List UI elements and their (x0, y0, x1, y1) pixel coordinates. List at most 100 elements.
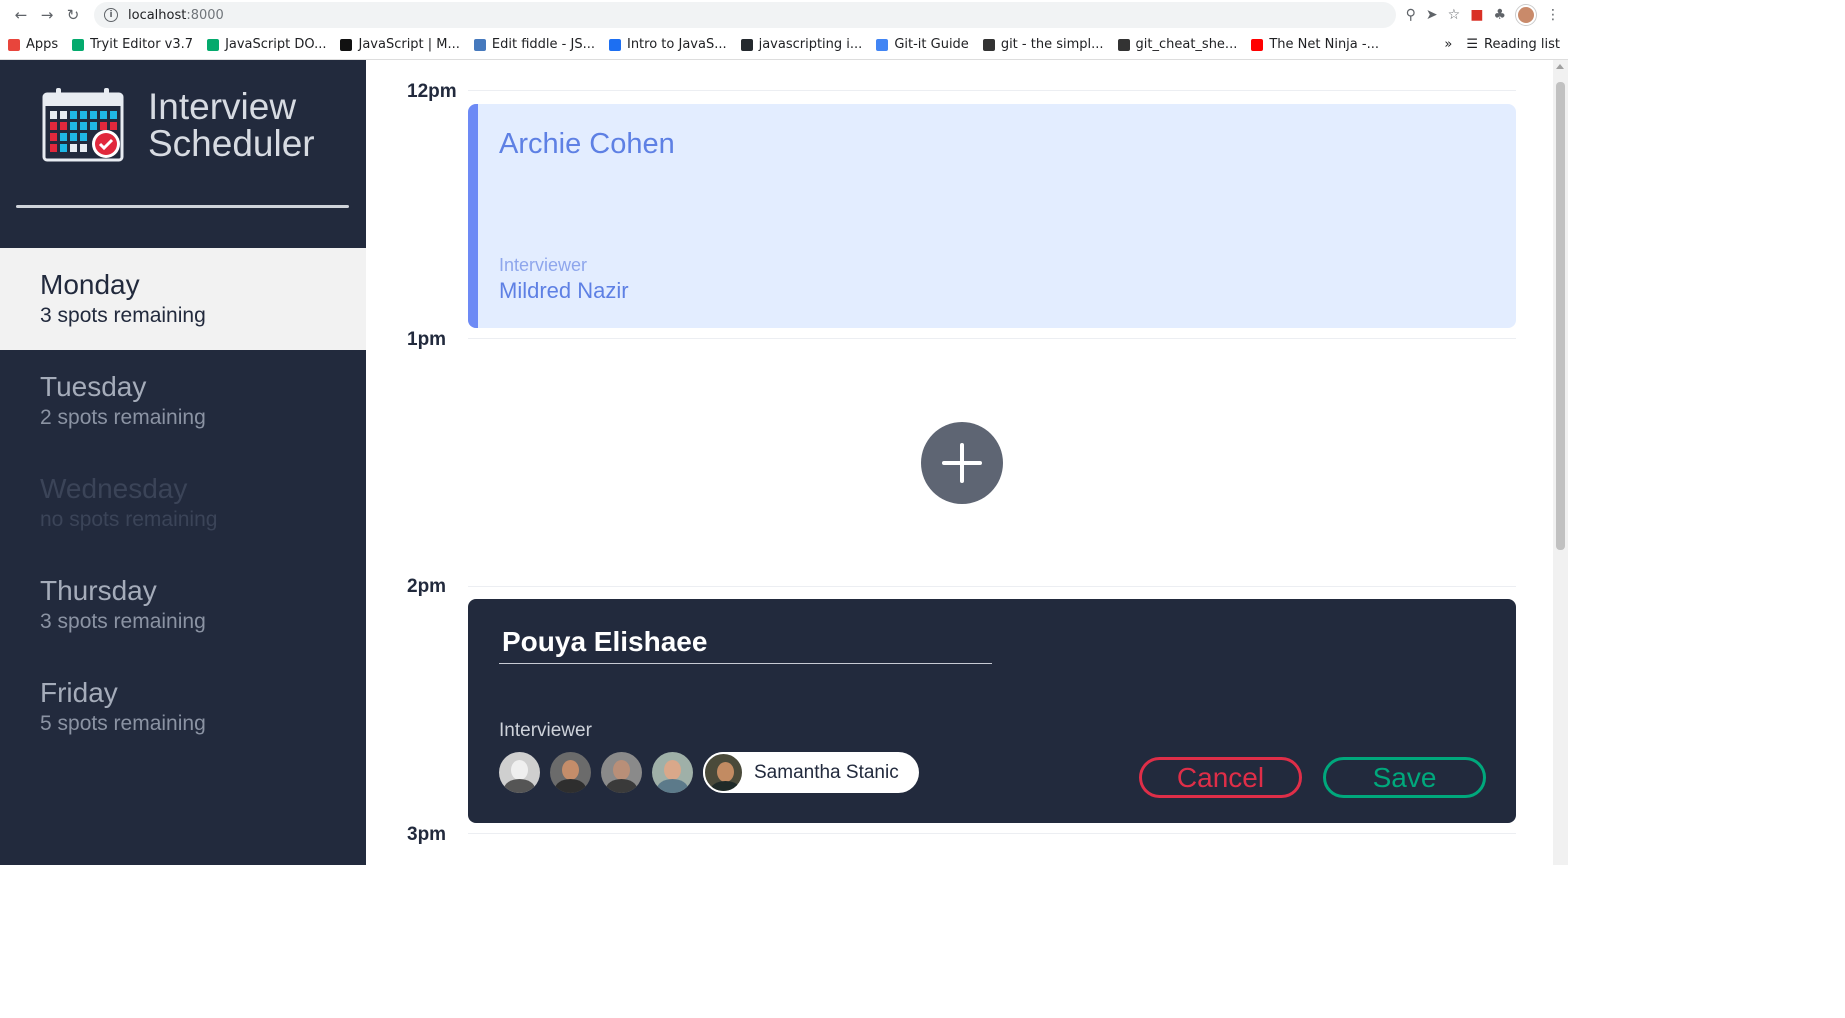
bookmark-label: The Net Ninja -... (1269, 37, 1379, 52)
bookmark-item[interactable]: git - the simpl... (982, 37, 1104, 52)
forward-icon[interactable]: → (34, 2, 60, 28)
day-item-wednesday[interactable]: Wednesday no spots remaining (0, 452, 366, 554)
calendar-cell (50, 122, 57, 130)
interviewer-avatar[interactable] (550, 752, 591, 793)
reload-icon[interactable]: ↻ (60, 2, 86, 28)
bookmark-item[interactable]: javascripting i... (740, 37, 863, 52)
avatar-head (511, 760, 528, 780)
send-icon[interactable]: ➤ (1426, 7, 1438, 23)
day-item-thursday[interactable]: Thursday 3 spots remaining (0, 554, 366, 656)
bookmark-label: Edit fiddle - JS... (491, 37, 595, 52)
site-info-icon[interactable]: i (104, 8, 118, 22)
scrollbar[interactable] (1553, 60, 1568, 865)
bookmarks-right: » ☰ Reading list (1444, 37, 1560, 52)
hour-divider (468, 90, 1516, 91)
bookmark-item[interactable]: JavaScript | M... (340, 37, 460, 52)
app: Interview Scheduler Monday 3 spots remai… (0, 60, 1568, 865)
form-interviewer-label: Interviewer (499, 720, 592, 741)
profile-avatar[interactable] (1516, 5, 1536, 25)
interviewer-avatar[interactable] (601, 752, 642, 793)
day-item-monday[interactable]: Monday 3 spots remaining (0, 248, 366, 350)
calendar-cell (90, 122, 97, 130)
add-appointment-button[interactable] (921, 422, 1003, 504)
day-spots: 2 spots remaining (40, 406, 206, 429)
menu-icon[interactable]: ⋮ (1546, 7, 1560, 23)
address-bar[interactable]: i localhost:8000 (94, 2, 1396, 28)
calendar-cell (60, 111, 67, 119)
calendar-cell (50, 133, 57, 141)
interviewer-avatar[interactable] (499, 752, 540, 793)
avatar-body (606, 779, 637, 793)
day-spots: 5 spots remaining (40, 712, 206, 735)
plus-icon (942, 443, 982, 483)
day-list: Monday 3 spots remaining Tuesday 2 spots… (0, 248, 366, 758)
app-title-line1: Interview (148, 86, 297, 127)
time-label-2pm: 2pm (407, 576, 447, 597)
hour-divider (468, 586, 1516, 587)
extension-red-icon[interactable]: ■ (1470, 7, 1483, 23)
save-button[interactable]: Save (1323, 757, 1486, 798)
avatar-head (613, 760, 630, 780)
calendar-cell (70, 133, 77, 141)
appointment-card[interactable]: Archie Cohen Interviewer Mildred Nazir (468, 104, 1516, 328)
day-spots: 3 spots remaining (40, 304, 206, 327)
scrollbar-thumb[interactable] (1556, 82, 1565, 550)
bookmark-item[interactable]: Tryit Editor v3.7 (72, 37, 193, 52)
address-row: ← → ↻ i localhost:8000 ⚲ ➤ ☆ ■ ♣ ⋮ (0, 0, 1568, 30)
avatar-body (657, 779, 688, 793)
avatar-body (504, 779, 535, 793)
bookmark-favicon-icon (207, 38, 220, 51)
bookmark-item[interactable]: Apps (8, 37, 58, 52)
cancel-button[interactable]: Cancel (1139, 757, 1302, 798)
bookmark-item[interactable]: Edit fiddle - JS... (473, 37, 595, 52)
zoom-icon[interactable]: ⚲ (1406, 7, 1416, 23)
calendar-cell (100, 111, 107, 119)
interviewer-selected[interactable]: Samantha Stanic (703, 752, 919, 793)
bookmark-item[interactable]: JavaScript DO... (207, 37, 326, 52)
bookmark-item[interactable]: git_cheat_she... (1117, 37, 1237, 52)
calendar-cell (50, 144, 57, 152)
more-bookmarks-button[interactable]: » (1444, 37, 1452, 52)
calendar-cell (100, 122, 107, 130)
bookmark-favicon-icon (1251, 38, 1264, 51)
browser-chrome: ← → ↻ i localhost:8000 ⚲ ➤ ☆ ■ ♣ ⋮ Apps T… (0, 0, 1568, 60)
calendar-cell (60, 122, 67, 130)
bookmark-item[interactable]: The Net Ninja -... (1251, 37, 1379, 52)
time-label-3pm: 3pm (407, 824, 447, 845)
student-name-input[interactable] (499, 621, 992, 664)
appointment-student: Archie Cohen (499, 128, 675, 160)
day-item-friday[interactable]: Friday 5 spots remaining (0, 656, 366, 758)
bookmark-item[interactable]: Git-it Guide (876, 37, 969, 52)
selected-interviewer-name: Samantha Stanic (754, 761, 899, 783)
bookmark-item[interactable]: Intro to JavaS... (608, 37, 727, 52)
back-icon[interactable]: ← (8, 2, 34, 28)
bookmark-label: javascripting i... (758, 37, 863, 52)
appointment-interviewer-label: Interviewer (499, 255, 588, 275)
day-item-tuesday[interactable]: Tuesday 2 spots remaining (0, 350, 366, 452)
bookmark-label: git - the simpl... (1000, 37, 1104, 52)
bookmark-label: Git-it Guide (894, 37, 969, 52)
day-name: Monday (40, 269, 140, 300)
calendar-cell (60, 133, 67, 141)
puzzle-icon[interactable]: ♣ (1493, 7, 1506, 23)
sidebar: Interview Scheduler Monday 3 spots remai… (0, 60, 366, 865)
avatar-body (710, 781, 741, 791)
appointment-accent-bar (468, 104, 478, 328)
bookmark-label: Intro to JavaS... (626, 37, 727, 52)
reading-list-button[interactable]: ☰ Reading list (1466, 37, 1560, 52)
bookmark-favicon-icon (8, 38, 20, 51)
day-name: Tuesday (40, 371, 147, 402)
bookmark-favicon-icon (72, 38, 85, 51)
calendar-cell (50, 111, 57, 119)
scroll-up-icon[interactable] (1556, 64, 1564, 69)
app-title-line2: Scheduler (148, 123, 315, 164)
bookmark-favicon-icon (340, 38, 353, 51)
hour-divider (468, 338, 1516, 339)
calendar-cell (80, 122, 87, 130)
star-icon[interactable]: ☆ (1448, 7, 1461, 23)
calendar-cell (70, 111, 77, 119)
sidebar-divider (16, 205, 349, 208)
day-spots: 3 spots remaining (40, 610, 206, 633)
day-name: Thursday (40, 575, 157, 606)
interviewer-avatar[interactable] (652, 752, 693, 793)
